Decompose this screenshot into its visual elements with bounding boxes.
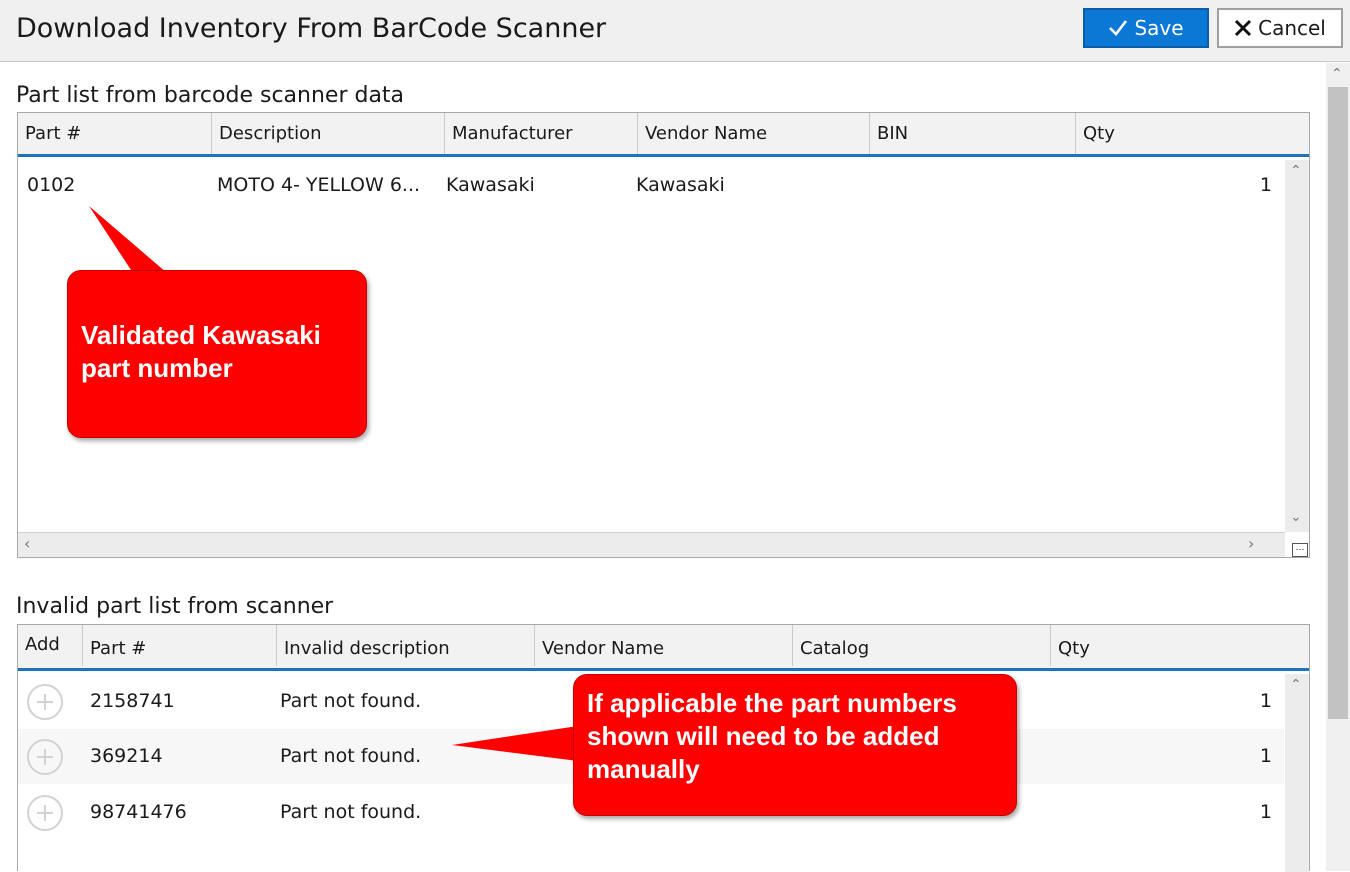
table-row[interactable]: 0102 MOTO 4- YELLOW 6... Kawasaki Kawasa… — [18, 165, 1284, 205]
column-header-qty[interactable]: Qty — [1076, 113, 1309, 154]
column-header-description[interactable]: Description — [212, 113, 445, 154]
cell-part: 0102 — [27, 174, 76, 196]
add-part-icon[interactable] — [27, 739, 63, 775]
cell-description: MOTO 4- YELLOW 6... — [217, 174, 421, 196]
cancel-button[interactable]: Cancel — [1217, 8, 1343, 48]
save-label: Save — [1134, 16, 1184, 40]
title-bar: Download Inventory From BarCode Scanner … — [0, 0, 1350, 62]
grid-header: Add Part # Invalid description Vendor Na… — [18, 625, 1309, 671]
cell-invalid-description: Part not found. — [280, 801, 422, 823]
column-header-manufacturer[interactable]: Manufacturer — [445, 113, 638, 154]
column-header-vendor[interactable]: Vendor Name — [535, 625, 793, 666]
column-header-add[interactable]: Add — [18, 625, 83, 666]
cell-part: 369214 — [90, 745, 163, 767]
cancel-label: Cancel — [1258, 16, 1326, 40]
column-header-part[interactable]: Part # — [18, 113, 212, 154]
column-header-part[interactable]: Part # — [83, 625, 277, 666]
scroll-left-icon[interactable]: ‹ — [24, 536, 30, 552]
valid-parts-label: Part list from barcode scanner data — [16, 83, 405, 108]
cell-invalid-description: Part not found. — [280, 690, 422, 712]
window-scrollbar[interactable]: ⌃ — [1326, 63, 1350, 871]
column-header-vendor[interactable]: Vendor Name — [638, 113, 870, 154]
callout-pointer — [452, 726, 578, 761]
column-header-invalid-description[interactable]: Invalid description — [277, 625, 535, 666]
grid-vertical-scrollbar[interactable]: ⌃ ⌄ — [1285, 160, 1309, 532]
scroll-up-icon[interactable]: ⌃ — [1331, 67, 1343, 81]
add-part-icon[interactable] — [27, 795, 63, 831]
save-button[interactable]: Save — [1083, 8, 1209, 48]
grid-vertical-scrollbar[interactable]: ⌃ — [1285, 674, 1309, 872]
cell-qty: 1 — [1259, 801, 1272, 823]
close-icon — [1235, 19, 1252, 37]
grid-header: Part # Description Manufacturer Vendor N… — [18, 113, 1309, 157]
scroll-up-icon[interactable]: ⌃ — [1290, 678, 1302, 692]
cell-qty: 1 — [1259, 690, 1272, 712]
scroll-thumb[interactable] — [1328, 87, 1348, 719]
cell-invalid-description: Part not found. — [280, 745, 422, 767]
invalid-parts-label: Invalid part list from scanner — [16, 594, 334, 619]
cell-vendor: Kawasaki — [636, 174, 725, 196]
column-header-catalog[interactable]: Catalog — [793, 625, 1051, 666]
scroll-right-icon[interactable]: › — [1248, 536, 1254, 552]
scroll-up-icon[interactable]: ⌃ — [1290, 164, 1302, 178]
grid-horizontal-scrollbar[interactable]: ‹ › — [18, 532, 1285, 557]
column-chooser-icon[interactable]: … — [1292, 543, 1308, 557]
cell-part: 2158741 — [90, 690, 175, 712]
cell-qty: 1 — [1259, 745, 1272, 767]
callout-validated: Validated Kawasaki part number — [67, 270, 367, 438]
cell-qty: 1 — [1259, 174, 1272, 196]
column-header-bin[interactable]: BIN — [870, 113, 1076, 154]
window-title: Download Inventory From BarCode Scanner — [16, 13, 607, 44]
scroll-down-icon[interactable]: ⌄ — [1290, 510, 1302, 524]
cell-manufacturer: Kawasaki — [446, 174, 535, 196]
cell-part: 98741476 — [90, 801, 187, 823]
checkmark-icon — [1109, 20, 1128, 36]
callout-manual: If applicable the part numbers shown wil… — [573, 674, 1017, 816]
column-header-qty[interactable]: Qty — [1051, 625, 1309, 666]
add-part-icon[interactable] — [27, 684, 63, 720]
